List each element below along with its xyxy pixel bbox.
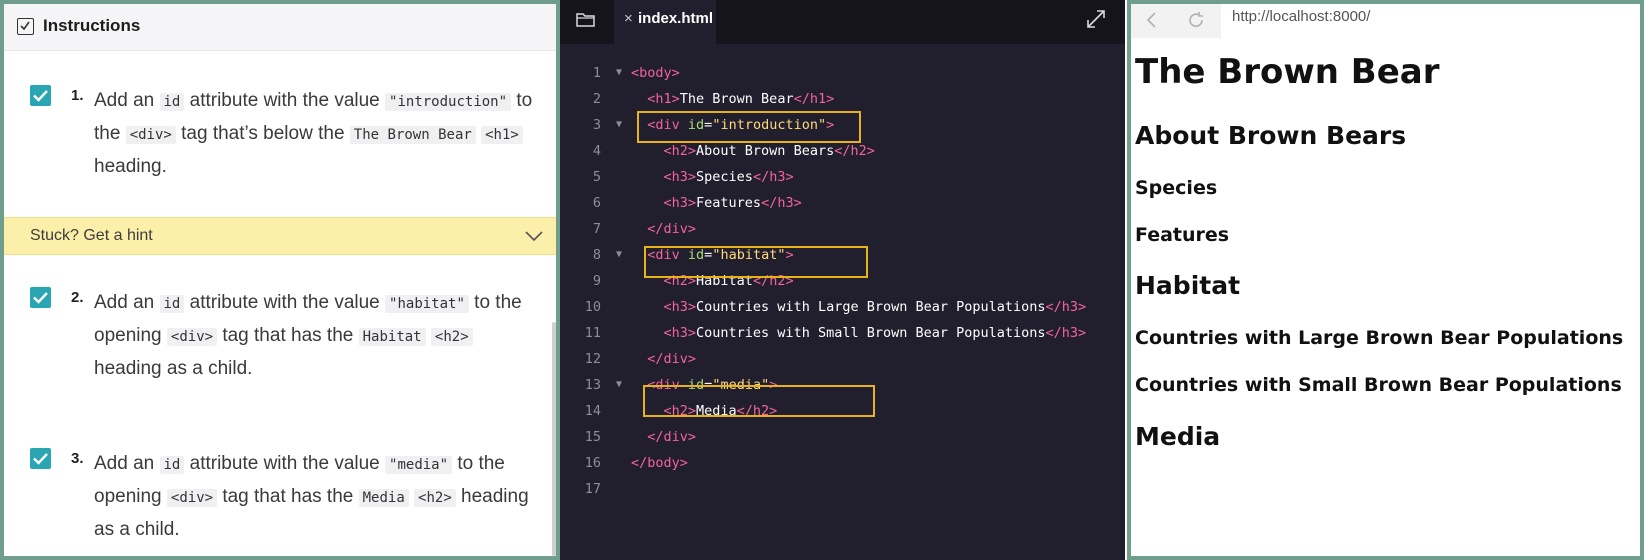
code-snippet: <h2> bbox=[414, 489, 456, 507]
code-line[interactable]: 10 <h3>Countries with Large Brown Bear P… bbox=[560, 294, 1125, 320]
hint-toggle[interactable]: Stuck? Get a hint bbox=[4, 217, 556, 255]
scrollbar[interactable] bbox=[552, 322, 556, 556]
preview-h3-small: Countries with Small Brown Bear Populati… bbox=[1135, 374, 1622, 396]
code-snippet: The Brown Bear bbox=[349, 126, 476, 144]
line-number: 5 bbox=[592, 169, 601, 185]
highlight-box bbox=[637, 111, 861, 143]
preview-h3-large: Countries with Large Brown Bear Populati… bbox=[1135, 327, 1624, 349]
task-number: 2. bbox=[71, 289, 84, 306]
line-number: 15 bbox=[584, 429, 601, 445]
line-number: 1 bbox=[592, 65, 601, 81]
reload-icon[interactable] bbox=[1187, 11, 1207, 29]
code-snippet: "habitat" bbox=[385, 295, 469, 313]
code-text: </div> bbox=[647, 351, 697, 367]
browser-nav bbox=[1131, 4, 1221, 38]
line-number: 11 bbox=[584, 325, 601, 341]
preview-h2-habitat: Habitat bbox=[1135, 271, 1241, 300]
code-text: <h1>The Brown Bear</h1> bbox=[647, 91, 835, 107]
preview-h3-features: Features bbox=[1135, 224, 1230, 246]
code-text: </body> bbox=[631, 455, 688, 471]
line-number: 2 bbox=[592, 91, 601, 107]
task-number: 3. bbox=[71, 450, 84, 467]
highlight-box bbox=[643, 385, 875, 417]
folder-icon[interactable] bbox=[575, 10, 597, 30]
code-snippet: "introduction" bbox=[385, 93, 512, 111]
code-line[interactable]: 15 </div> bbox=[560, 424, 1125, 450]
fold-arrow-icon[interactable]: ▼ bbox=[616, 60, 622, 86]
code-line[interactable]: 16 </body> bbox=[560, 450, 1125, 476]
line-number: 6 bbox=[592, 195, 601, 211]
task-text: Add an id attribute with the value "intr… bbox=[94, 90, 533, 177]
preview-h1: The Brown Bear bbox=[1135, 52, 1440, 92]
code-snippet: "media" bbox=[385, 456, 453, 474]
instructions-header: Instructions bbox=[4, 4, 556, 51]
code-snippet: <h2> bbox=[430, 328, 473, 346]
code-line[interactable]: 5 <h3>Species</h3> bbox=[560, 164, 1125, 190]
code-snippet: id bbox=[159, 456, 185, 474]
instructions-panel: Instructions 1. Add an id attribute with… bbox=[0, 0, 560, 560]
fold-arrow-icon[interactable]: ▼ bbox=[616, 372, 622, 398]
task-text: Add an id attribute with the value "medi… bbox=[94, 453, 529, 540]
instructions-title: Instructions bbox=[43, 16, 141, 35]
line-number: 12 bbox=[584, 351, 601, 367]
line-number: 17 bbox=[584, 481, 601, 497]
code-text: </div> bbox=[647, 221, 697, 237]
line-number: 7 bbox=[592, 221, 601, 237]
editor-tab-bar: × index.html bbox=[560, 0, 1125, 44]
line-number: 16 bbox=[584, 455, 601, 471]
code-snippet: <div> bbox=[125, 126, 176, 144]
code-text: <h3>Countries with Large Brown Bear Popu… bbox=[663, 299, 1087, 315]
code-text: <h3>Countries with Small Brown Bear Popu… bbox=[663, 325, 1087, 341]
code-snippet: <div> bbox=[166, 489, 218, 507]
address-bar[interactable]: http://localhost:8000/ bbox=[1232, 8, 1370, 25]
code-snippet: id bbox=[159, 295, 185, 313]
checkmark-icon[interactable] bbox=[30, 85, 51, 106]
preview-h2-media: Media bbox=[1135, 422, 1221, 451]
code-snippet: <div> bbox=[166, 328, 218, 346]
fold-arrow-icon[interactable]: ▼ bbox=[616, 242, 622, 268]
code-text: <h3>Features</h3> bbox=[663, 195, 802, 211]
code-line[interactable]: 12 </div> bbox=[560, 346, 1125, 372]
code-text: <body> bbox=[631, 65, 680, 81]
checkbox-icon bbox=[17, 18, 34, 35]
code-line[interactable]: 6 <h3>Features</h3> bbox=[560, 190, 1125, 216]
code-line[interactable]: 17 bbox=[560, 476, 1125, 502]
code-editor: × index.html 1 ▼ <body> 2 <h1>The Brown Bea… bbox=[560, 0, 1125, 560]
hint-label: Stuck? Get a hint bbox=[30, 227, 153, 244]
fold-arrow-icon[interactable]: ▼ bbox=[616, 112, 622, 138]
code-snippet: <h1> bbox=[481, 126, 523, 144]
code-snippet: id bbox=[159, 93, 185, 111]
preview-h3-species: Species bbox=[1135, 177, 1218, 199]
checkmark-icon[interactable] bbox=[30, 287, 51, 308]
line-number: 3 bbox=[592, 117, 601, 133]
code-line[interactable]: 1 ▼ <body> bbox=[560, 60, 1125, 86]
close-icon[interactable]: × bbox=[624, 10, 633, 27]
task-text: Add an id attribute with the value "habi… bbox=[94, 292, 522, 379]
code-text: </div> bbox=[647, 429, 697, 445]
file-tab-label: index.html bbox=[638, 10, 714, 27]
code-snippet: Media bbox=[358, 489, 409, 507]
browser-preview: http://localhost:8000/ The Brown Bear Ab… bbox=[1127, 0, 1644, 560]
checkmark-icon[interactable] bbox=[30, 448, 51, 469]
line-number: 13 bbox=[584, 377, 601, 393]
expand-icon[interactable] bbox=[1085, 8, 1107, 30]
line-number: 10 bbox=[584, 299, 601, 315]
highlight-box bbox=[644, 246, 868, 278]
preview-h2-about: About Brown Bears bbox=[1135, 121, 1407, 150]
code-line[interactable]: 7 </div> bbox=[560, 216, 1125, 242]
line-number: 8 bbox=[592, 247, 601, 263]
code-line[interactable]: 11 <h3>Countries with Small Brown Bear P… bbox=[560, 320, 1125, 346]
code-text: <h3>Species</h3> bbox=[663, 169, 794, 185]
line-number: 4 bbox=[592, 143, 601, 159]
line-number: 14 bbox=[584, 403, 601, 419]
code-line[interactable]: 2 <h1>The Brown Bear</h1> bbox=[560, 86, 1125, 112]
back-arrow-icon[interactable] bbox=[1145, 11, 1159, 29]
code-snippet: Habitat bbox=[358, 328, 426, 346]
task-number: 1. bbox=[71, 87, 84, 104]
line-number: 9 bbox=[592, 273, 601, 289]
chevron-down-icon bbox=[525, 231, 543, 242]
